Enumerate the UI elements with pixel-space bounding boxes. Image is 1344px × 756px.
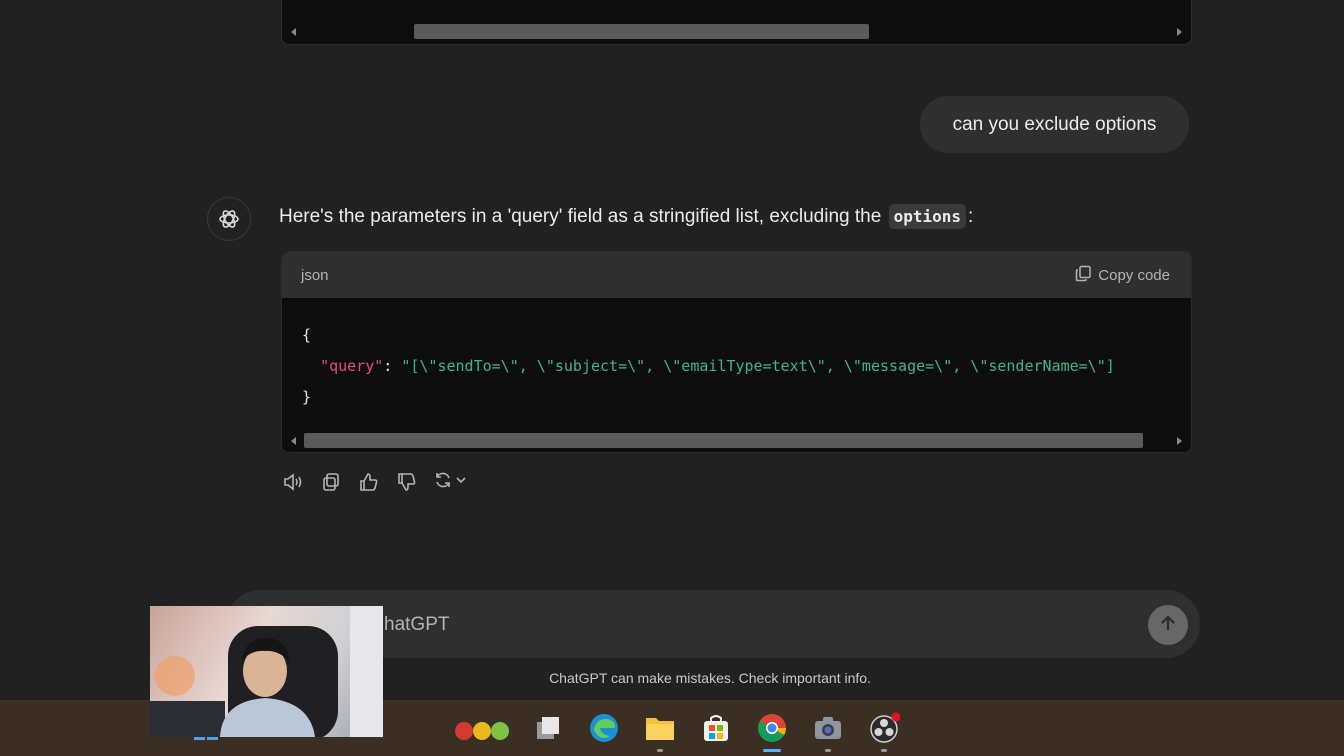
arrow-up-icon <box>1158 613 1178 638</box>
widgets-icon[interactable] <box>452 710 512 746</box>
thumbs-up-icon[interactable] <box>357 470 381 494</box>
scroll-right-arrow[interactable] <box>1177 28 1182 36</box>
camera-icon[interactable] <box>810 710 846 752</box>
thumbs-down-icon[interactable] <box>395 470 419 494</box>
message-input-placeholder: hatGPT <box>384 614 450 635</box>
task-view-icon[interactable] <box>530 710 566 746</box>
obs-icon[interactable] <box>866 710 902 752</box>
message-actions <box>281 470 473 494</box>
code-scroll-right-arrow[interactable] <box>1177 437 1182 445</box>
running-indicator <box>825 749 831 752</box>
previous-code-block <box>281 0 1192 45</box>
file-explorer-icon[interactable] <box>642 710 678 752</box>
user-message-bubble: can you exclude options <box>920 96 1189 153</box>
copy-code-button[interactable]: Copy code <box>1075 265 1170 286</box>
store-icon[interactable] <box>698 710 734 746</box>
copy-code-label: Copy code <box>1098 267 1170 284</box>
inline-code: options <box>888 204 967 229</box>
copy-icon <box>1075 265 1092 286</box>
code-block-header: json Copy code <box>282 252 1191 298</box>
code-line-1: { <box>302 326 312 344</box>
assistant-message-text: Here's the parameters in a 'query' field… <box>279 204 974 229</box>
json-colon: : <box>383 357 402 375</box>
speaker-icon[interactable] <box>281 470 305 494</box>
code-content: { "query": "[\"sendTo=\", \"subject=\", … <box>302 320 1115 413</box>
code-block: json Copy code { "query": "[\"sendTo=\",… <box>281 251 1192 453</box>
running-indicator <box>657 749 663 752</box>
active-indicator <box>763 749 781 752</box>
horizontal-scrollbar-thumb[interactable] <box>414 24 869 39</box>
code-language-label: json <box>301 267 329 284</box>
json-string-value: "[\"sendTo=\", \"subject=\", \"emailType… <box>401 357 1115 375</box>
copy-icon[interactable] <box>319 470 343 494</box>
regenerate-icon <box>433 470 453 495</box>
scroll-left-arrow[interactable] <box>291 28 296 36</box>
edge-icon[interactable] <box>586 710 622 746</box>
chevron-down-icon <box>455 473 467 491</box>
running-indicator <box>881 749 887 752</box>
assistant-intro: Here's the parameters in a 'query' field… <box>279 206 882 227</box>
code-scroll-left-arrow[interactable] <box>291 437 296 445</box>
code-horizontal-scrollbar-thumb[interactable] <box>304 433 1143 448</box>
assistant-intro-end: : <box>968 206 974 227</box>
chatgpt-logo-icon <box>207 197 251 241</box>
chrome-icon[interactable] <box>754 710 790 752</box>
code-line-3: } <box>302 388 312 406</box>
user-message-text: can you exclude options <box>952 113 1157 135</box>
json-key: "query" <box>320 357 384 375</box>
webcam-overlay <box>150 606 383 737</box>
send-button[interactable] <box>1148 605 1188 645</box>
regenerate-button[interactable] <box>433 470 473 494</box>
